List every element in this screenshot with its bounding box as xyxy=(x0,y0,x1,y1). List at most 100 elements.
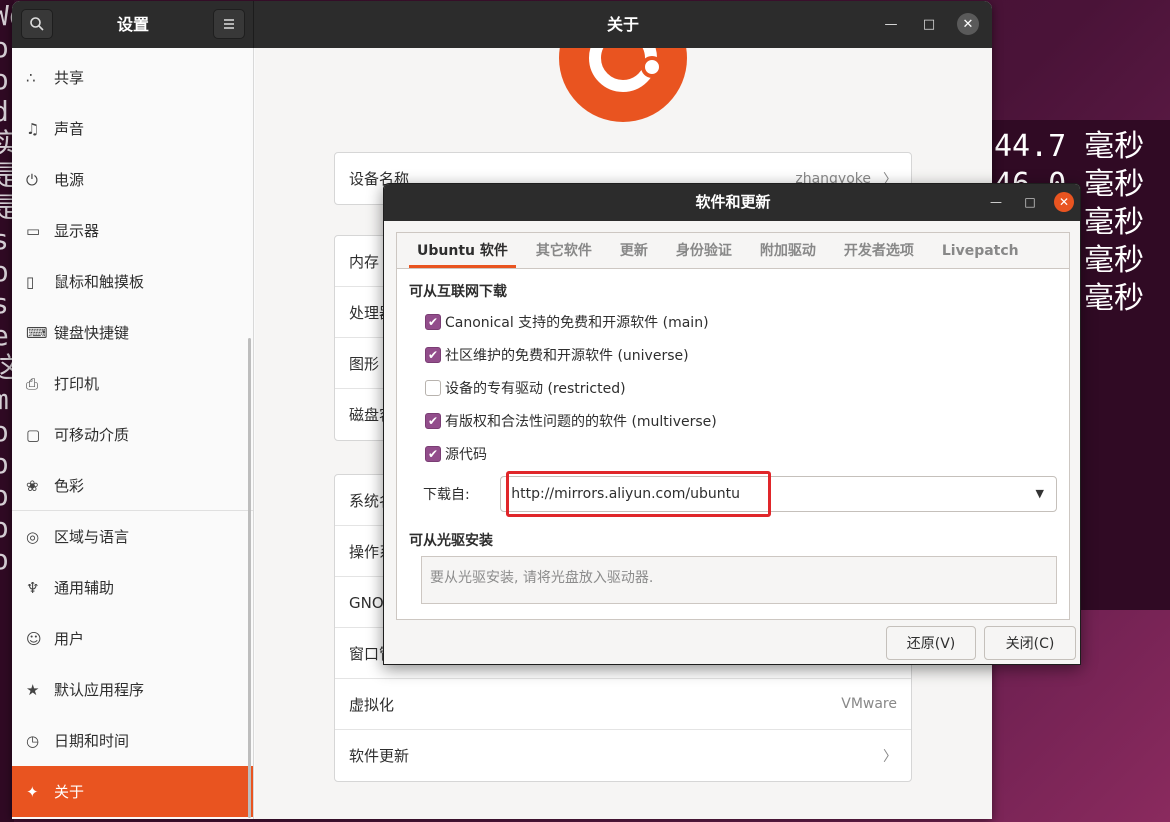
sidebar-item-label: 键盘快捷键 xyxy=(54,324,130,342)
sidebar-item[interactable]: ⏻ 电源 xyxy=(12,154,253,205)
maximize-icon: □ xyxy=(922,16,936,32)
star-icon: ★ xyxy=(26,680,40,699)
sidebar-list: ∴ 共享 ♫ 声音 ⏻ 电源 ▭ 显示器 ▯ 鼠标和触摸板 ⌨ 键盘快捷键 ⎙ 打印机 ▢ 可移动介质 ❀ 色彩 ◎… xyxy=(12,52,253,817)
sidebar-item-label: 共享 xyxy=(54,69,85,87)
component-checkbox-row[interactable]: ✔ Canonical 支持的免费和开源软件 (main) xyxy=(409,305,1057,338)
sidebar-header: 设置 xyxy=(12,1,254,48)
download-server-value: http://mirrors.aliyun.com/ubuntu xyxy=(511,486,741,502)
checkbox-checked[interactable]: ✔ xyxy=(425,445,441,462)
sidebar-item[interactable]: ◷ 日期和时间 xyxy=(12,715,253,766)
tab-item[interactable]: 身份验证 xyxy=(662,233,746,268)
keyboard-icon: ⌨ xyxy=(26,323,48,342)
tab-item[interactable]: Livepatch xyxy=(928,233,1033,268)
close-icon: ✕ xyxy=(962,16,974,32)
checkbox-checked[interactable]: ✔ xyxy=(425,313,441,330)
sidebar-item[interactable]: ❀ 色彩 xyxy=(12,460,253,511)
maximize-icon: □ xyxy=(1024,195,1036,209)
component-checkbox-row[interactable]: ✔ 有版权和合法性问题的的软件 (multiverse) xyxy=(409,404,1057,437)
ubuntu-software-tab-content: 可从互联网下载 ✔ Canonical 支持的免费和开源软件 (main) ✔ 社区维… xyxy=(397,281,1069,604)
sidebar-item[interactable]: ∴ 共享 xyxy=(12,52,253,103)
sidebar-item[interactable]: ★ 默认应用程序 xyxy=(12,664,253,715)
tab-item[interactable]: Ubuntu 软件 xyxy=(403,233,522,268)
dialog-close-button[interactable]: ✕ xyxy=(1054,192,1074,212)
user-icon: ☺ xyxy=(26,629,42,648)
sidebar-item[interactable]: ✦ 关于 xyxy=(12,766,253,817)
share-icon: ∴ xyxy=(26,68,36,87)
globe-icon: ◎ xyxy=(26,527,40,546)
sidebar-item[interactable]: ⎙ 打印机 xyxy=(12,358,253,409)
music-note-icon: ♫ xyxy=(26,119,40,138)
sidebar-item[interactable]: ♆ 通用辅助 xyxy=(12,562,253,613)
system-info-value: VMware xyxy=(841,696,897,712)
display-icon: ▭ xyxy=(26,221,41,240)
component-label: 社区维护的免费和开源软件 (universe) xyxy=(445,347,689,364)
chevron-right-icon: 〉 xyxy=(883,748,897,765)
system-info-label: 虚拟化 xyxy=(349,695,395,714)
minimize-icon: — xyxy=(990,195,1002,209)
component-checkbox-row[interactable]: ✔ 源代码 xyxy=(409,437,1057,470)
component-checkbox-row[interactable]: 设备的专有驱动 (restricted) xyxy=(409,371,1057,404)
component-label: Canonical 支持的免费和开源软件 (main) xyxy=(445,314,709,331)
dialog-minimize-button[interactable]: — xyxy=(986,192,1006,212)
components-list: ✔ Canonical 支持的免费和开源软件 (main) ✔ 社区维护的免费和开源软… xyxy=(409,305,1057,470)
sidebar-item[interactable]: ▯ 鼠标和触摸板 xyxy=(12,256,253,307)
sidebar-item-label: 声音 xyxy=(54,120,85,138)
sidebar-item-label: 打印机 xyxy=(54,375,100,393)
system-info-row[interactable]: 软件更新 〉 xyxy=(335,730,911,781)
cdrom-placeholder-text: 要从光驱安装, 请将光盘放入驱动器. xyxy=(430,570,654,586)
sidebar-item[interactable]: ▭ 显示器 xyxy=(12,205,253,256)
component-checkbox-row[interactable]: ✔ 社区维护的免费和开源软件 (universe) xyxy=(409,338,1057,371)
cdrom-info-box: 要从光驱安装, 请将光盘放入驱动器. xyxy=(421,556,1057,604)
tab-item[interactable]: 更新 xyxy=(606,233,662,268)
menu-button[interactable] xyxy=(213,9,245,39)
minimize-button[interactable]: — xyxy=(880,13,902,35)
download-from-label: 下载自: xyxy=(423,487,470,503)
sidebar-item-label: 显示器 xyxy=(54,222,100,240)
close-button[interactable]: 关闭(C) xyxy=(984,626,1076,660)
close-icon: ✕ xyxy=(1058,195,1070,209)
sidebar-scrollbar[interactable] xyxy=(248,338,251,818)
minimize-icon: — xyxy=(884,16,898,32)
maximize-button[interactable]: □ xyxy=(918,13,940,35)
revert-button[interactable]: 还原(V) xyxy=(886,626,976,660)
sidebar-item[interactable]: ▢ 可移动介质 xyxy=(12,409,253,460)
sidebar-item[interactable]: ☺ 用户 xyxy=(12,613,253,664)
sidebar-item-label: 通用辅助 xyxy=(54,579,115,597)
printer-icon: ⎙ xyxy=(26,374,39,393)
checkbox-checked[interactable]: ✔ xyxy=(425,412,441,429)
close-window-button[interactable]: ✕ xyxy=(957,13,979,35)
sidebar-item-label: 日期和时间 xyxy=(54,732,130,750)
sidebar-item-label: 可移动介质 xyxy=(54,426,130,444)
removable-media-icon: ▢ xyxy=(26,425,41,444)
download-from-row: 下载自: http://mirrors.aliyun.com/ubuntu ▼ xyxy=(409,471,1057,517)
terminal-text-line: 44.7 毫秒 xyxy=(994,129,1145,164)
checkbox-checked[interactable]: ✔ xyxy=(425,346,441,363)
accessibility-icon: ♆ xyxy=(26,578,40,597)
tab-bar: Ubuntu 软件 其它软件 更新 身份验证 附加驱动 开发者选项 Livepatch xyxy=(397,233,1069,269)
sidebar-item[interactable]: ◎ 区域与语言 xyxy=(12,511,253,562)
download-server-select[interactable]: http://mirrors.aliyun.com/ubuntu ▼ xyxy=(500,471,1057,517)
tab-item[interactable]: 附加驱动 xyxy=(746,233,830,268)
sidebar-item-label: 区域与语言 xyxy=(54,528,130,546)
tab-item[interactable]: 开发者选项 xyxy=(830,233,928,268)
settings-header-bar: 设置 关于 — □ ✕ xyxy=(12,1,992,48)
checkbox-unchecked[interactable] xyxy=(425,379,441,396)
sidebar-item[interactable]: ⌨ 键盘快捷键 xyxy=(12,307,253,358)
color-icon: ❀ xyxy=(26,476,39,495)
dialog-header-bar: 软件和更新 — □ ✕ xyxy=(384,184,1080,221)
component-label: 源代码 xyxy=(445,446,487,463)
dialog-notebook: Ubuntu 软件 其它软件 更新 身份验证 附加驱动 开发者选项 Livepatch 可从… xyxy=(396,232,1070,620)
tab-item[interactable]: 其它软件 xyxy=(522,233,606,268)
settings-sidebar: ∴ 共享 ♫ 声音 ⏻ 电源 ▭ 显示器 ▯ 鼠标和触摸板 ⌨ 键盘快捷键 ⎙ 打印机 ▢ 可移动介质 ❀ 色彩 ◎… xyxy=(12,48,254,819)
sidebar-item[interactable]: ♫ 声音 xyxy=(12,103,253,154)
component-label: 有版权和合法性问题的的软件 (multiverse) xyxy=(445,413,717,430)
hamburger-menu-icon xyxy=(224,19,234,29)
sparkle-icon: ✦ xyxy=(26,782,39,801)
software-updates-dialog: 软件和更新 — □ ✕ Ubuntu 软件 其它软件 更新 身份验证 附加驱动 开发者选项… xyxy=(383,183,1081,665)
clock-icon: ◷ xyxy=(26,731,40,750)
system-info-row: 虚拟化 VMware xyxy=(335,679,911,730)
sidebar-item-label: 色彩 xyxy=(54,477,85,495)
internet-section-title: 可从互联网下载 xyxy=(409,284,507,300)
dialog-maximize-button[interactable]: □ xyxy=(1020,192,1040,212)
power-icon: ⏻ xyxy=(26,170,38,189)
